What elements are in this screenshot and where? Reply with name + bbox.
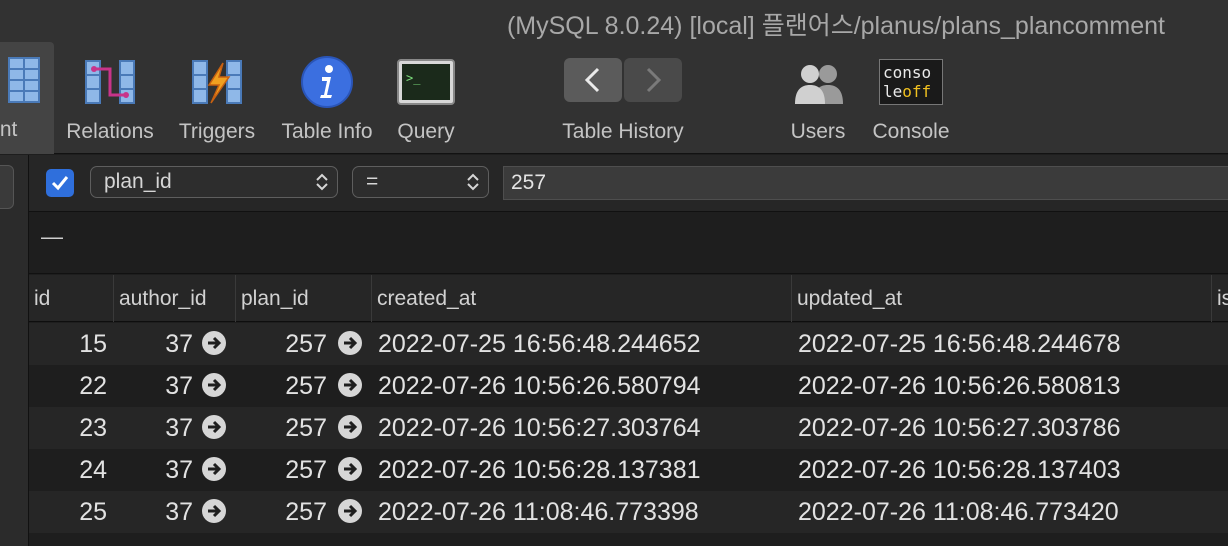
- toolbar-triggers-button[interactable]: Triggers: [172, 44, 262, 154]
- filter-enabled-checkbox[interactable]: [46, 169, 74, 197]
- filter-field-select[interactable]: plan_id: [90, 166, 338, 198]
- follow-link-icon[interactable]: [202, 415, 226, 439]
- terminal-icon: >_: [397, 44, 455, 120]
- cell-plan-id: 257: [285, 456, 327, 484]
- toolbar-users-button[interactable]: Users: [786, 44, 850, 154]
- cell-created-at: 2022-07-26 10:56:27.303764: [378, 414, 701, 442]
- column-header-created-at[interactable]: created_at: [371, 275, 791, 322]
- cell-plan-id: 257: [285, 498, 327, 526]
- table-row[interactable]: 23 37 257 2022-07-26 10:56:27.303764 2022-07…: [29, 407, 1228, 449]
- console-icon: conso leoff: [879, 44, 943, 120]
- filter-field-value: plan_id: [104, 170, 172, 193]
- table-row[interactable]: 25 37 257 2022-07-26 11:08:46.773398 2022-07…: [29, 491, 1228, 533]
- updown-arrows-icon: [316, 173, 328, 191]
- filter-bar: plan_id = 257: [29, 155, 1228, 212]
- cell-created-at: 2022-07-26 10:56:28.137381: [378, 456, 701, 484]
- follow-link-icon[interactable]: [338, 499, 362, 523]
- cell-author-id: 37: [165, 414, 193, 442]
- cell-author-id: 37: [165, 498, 193, 526]
- cell-author-id: 37: [165, 372, 193, 400]
- filter-operator-value: =: [366, 170, 379, 193]
- svg-text:>_: >_: [406, 71, 421, 85]
- console-icon-text-bottom-a: le: [883, 82, 903, 101]
- follow-link-icon[interactable]: [202, 331, 226, 355]
- cell-id: 22: [79, 372, 107, 400]
- window-title: (MySQL 8.0.24) [local] 플랜어스/planus/plans…: [506, 12, 1165, 40]
- toolbar-users-label: Users: [790, 120, 846, 143]
- cell-updated-at: 2022-07-25 16:56:48.244678: [798, 330, 1121, 358]
- toolbar-query-label: Query: [397, 120, 455, 143]
- table-history-nav: [564, 58, 682, 102]
- cell-author-id: 37: [165, 330, 193, 358]
- filter-sub-bar: —: [29, 212, 1228, 274]
- console-icon-text-top: conso: [883, 63, 932, 82]
- updown-arrows-icon: [467, 173, 479, 191]
- checkmark-icon: [51, 176, 69, 191]
- table-row[interactable]: 24 37 257 2022-07-26 10:56:28.137381 2022-07…: [29, 449, 1228, 491]
- users-icon: [787, 44, 849, 120]
- column-header-author-id[interactable]: author_id: [113, 275, 235, 322]
- cell-id: 15: [79, 330, 107, 358]
- toolbar-console-label: Console: [872, 120, 950, 143]
- info-icon: [300, 44, 354, 120]
- toolbar-table-history-label: Table History: [562, 120, 684, 143]
- relations-icon: [84, 44, 136, 120]
- results-table: id author_id plan_id created_at updated_…: [29, 275, 1228, 546]
- column-header-plan-id[interactable]: plan_id: [235, 275, 371, 322]
- content-table-icon: [7, 42, 41, 118]
- cell-id: 24: [79, 456, 107, 484]
- toolbar-query-button[interactable]: >_ Query: [392, 44, 460, 154]
- cell-plan-id: 257: [285, 414, 327, 442]
- column-header-is[interactable]: is: [1211, 275, 1228, 322]
- table-row[interactable]: 22 37 257 2022-07-26 10:56:26.580794 2022-07…: [29, 365, 1228, 407]
- follow-link-icon[interactable]: [202, 457, 226, 481]
- cell-updated-at: 2022-07-26 11:08:46.773420: [798, 498, 1119, 526]
- filter-operator-select[interactable]: =: [352, 166, 489, 198]
- toolbar-content-label: ntent: [0, 118, 18, 141]
- cell-updated-at: 2022-07-26 10:56:28.137403: [798, 456, 1121, 484]
- cell-created-at: 2022-07-26 10:56:26.580794: [378, 372, 701, 400]
- column-header-updated-at[interactable]: updated_at: [791, 275, 1211, 322]
- history-back-button[interactable]: [564, 58, 622, 102]
- title-bar: (MySQL 8.0.24) [local] 플랜어스/planus/plans…: [0, 0, 1228, 44]
- toolbar-relations-label: Relations: [66, 120, 154, 143]
- follow-link-icon[interactable]: [202, 373, 226, 397]
- remove-filter-button[interactable]: —: [41, 224, 63, 250]
- cell-updated-at: 2022-07-26 10:56:27.303786: [798, 414, 1121, 442]
- follow-link-icon[interactable]: [202, 499, 226, 523]
- triggers-icon: [191, 44, 243, 120]
- cell-updated-at: 2022-07-26 10:56:26.580813: [798, 372, 1121, 400]
- follow-link-icon[interactable]: [338, 457, 362, 481]
- table-header: id author_id plan_id created_at updated_…: [29, 275, 1228, 322]
- filter-value-input[interactable]: 257: [503, 166, 1228, 200]
- table-row[interactable]: 15 37 257 2022-07-25 16:56:48.244652 2022-07…: [29, 323, 1228, 365]
- cell-id: 25: [79, 498, 107, 526]
- toolbar-content-button[interactable]: ntent: [0, 42, 54, 154]
- cell-created-at: 2022-07-26 11:08:46.773398: [378, 498, 699, 526]
- console-icon-text-bottom-b: off: [902, 82, 932, 101]
- toolbar-console-button[interactable]: conso leoff Console: [866, 44, 956, 154]
- cell-id: 23: [79, 414, 107, 442]
- history-forward-button[interactable]: [624, 58, 682, 102]
- toolbar-triggers-label: Triggers: [178, 120, 256, 143]
- cell-plan-id: 257: [285, 330, 327, 358]
- cell-plan-id: 257: [285, 372, 327, 400]
- chevron-right-icon: [646, 67, 662, 93]
- follow-link-icon[interactable]: [338, 415, 362, 439]
- toolbar-table-info-label: Table Info: [281, 120, 373, 143]
- toolbar-relations-button[interactable]: Relations: [62, 44, 158, 154]
- follow-link-icon[interactable]: [338, 373, 362, 397]
- sidebar-search-field[interactable]: [0, 165, 14, 209]
- follow-link-icon[interactable]: [338, 331, 362, 355]
- chevron-left-icon: [584, 67, 600, 93]
- sidebar: [0, 155, 29, 546]
- column-header-id[interactable]: id: [29, 275, 113, 322]
- cell-created-at: 2022-07-25 16:56:48.244652: [378, 330, 701, 358]
- toolbar-table-info-button[interactable]: Table Info: [275, 44, 379, 154]
- cell-author-id: 37: [165, 456, 193, 484]
